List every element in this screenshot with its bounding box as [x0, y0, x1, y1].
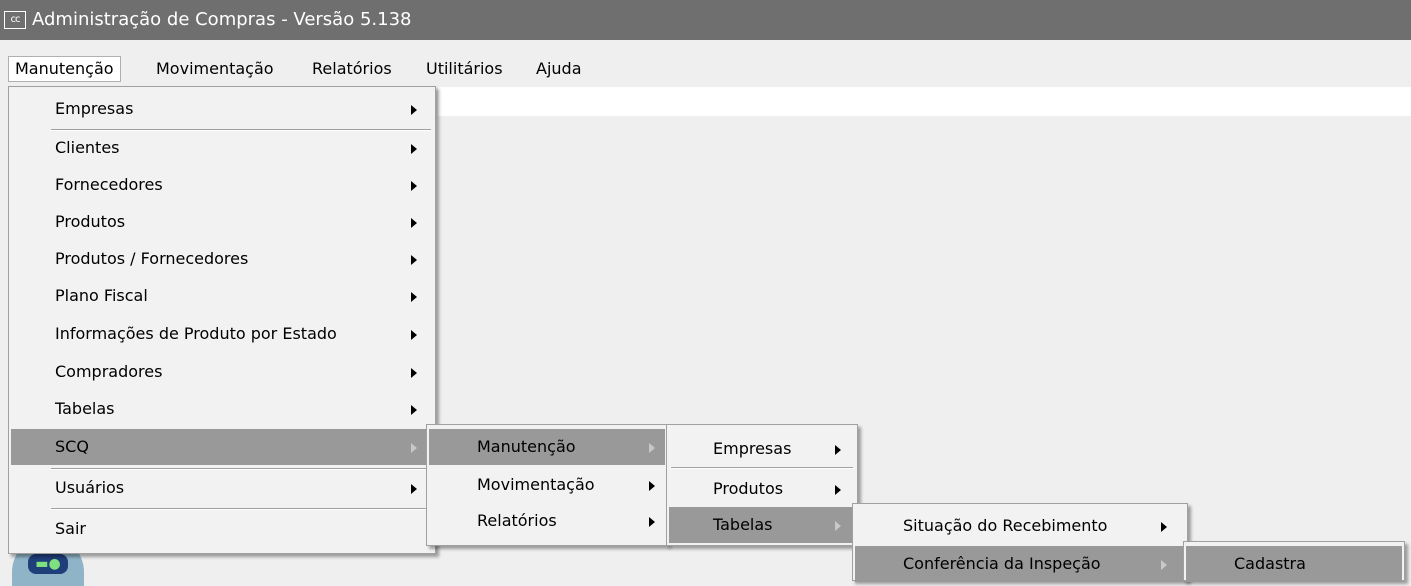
submenu-arrow-icon: [411, 105, 417, 115]
submenu-arrow-icon: [411, 368, 417, 378]
menu-item-scq-relatorios[interactable]: Relatórios: [429, 503, 665, 539]
menu-relatorios[interactable]: Relatórios: [306, 56, 398, 82]
menu-separator: [51, 508, 431, 510]
menu-item-label: Empresas: [713, 439, 792, 458]
menu-item-empresas[interactable]: Empresas: [669, 431, 855, 467]
submenu-arrow-icon: [835, 521, 841, 531]
menu-item-produtos-fornecedores[interactable]: Produtos / Fornecedores: [11, 241, 433, 277]
menu-item-clientes[interactable]: Clientes: [11, 130, 433, 166]
submenu-arrow-icon: [411, 181, 417, 191]
menu-item-fornecedores[interactable]: Fornecedores: [11, 167, 433, 203]
menu-item-label: Fornecedores: [55, 175, 163, 194]
submenu-arrow-icon: [411, 443, 417, 453]
menu-item-label: Manutenção: [477, 437, 576, 456]
submenu-arrow-icon: [1161, 560, 1167, 570]
menu-manutencao[interactable]: Manutenção: [8, 56, 121, 82]
submenu-arrow-icon: [411, 292, 417, 302]
menu-item-label: Compradores: [55, 362, 163, 381]
menu-bar: Manutenção Movimentação Relatórios Utili…: [0, 52, 1411, 84]
menu-item-label: Produtos: [55, 212, 126, 231]
submenu-arrow-icon: [411, 144, 417, 154]
app-icon: cc: [4, 11, 26, 29]
submenu-arrow-icon: [649, 443, 655, 453]
submenu-arrow-icon: [411, 484, 417, 494]
content-strip: [438, 87, 1411, 116]
menu-item-scq[interactable]: SCQ: [11, 429, 433, 465]
menu-item-plano-fiscal[interactable]: Plano Fiscal: [11, 278, 433, 314]
menu-item-label: Plano Fiscal: [55, 286, 148, 305]
menu-item-label: Situação do Recebimento: [903, 516, 1108, 535]
menu-item-label: Tabelas: [55, 399, 115, 418]
menu-item-label: Produtos / Fornecedores: [55, 249, 249, 268]
submenu-arrow-icon: [649, 481, 655, 491]
logo-badge-icon: ▬●: [28, 554, 68, 574]
menu-item-label: Tabelas: [713, 515, 773, 534]
window-title: Administração de Compras - Versão 5.138: [32, 9, 412, 30]
menu-item-label: Usuários: [55, 478, 125, 497]
submenu-arrow-icon: [1161, 522, 1167, 532]
submenu-tabelas: Situação do Recebimento Conferência da I…: [852, 503, 1188, 582]
title-bar: cc Administração de Compras - Versão 5.1…: [0, 0, 1411, 40]
submenu-scq: Manutenção Movimentação Relatórios: [426, 424, 668, 546]
menu-item-label: Empresas: [55, 99, 134, 118]
dropdown-manutencao: Empresas Clientes Fornecedores Produtos …: [8, 86, 436, 554]
menu-item-label: Informações de Produto por Estado: [55, 324, 337, 343]
menu-item-produtos[interactable]: Produtos: [669, 471, 855, 507]
menu-item-label: Movimentação: [477, 475, 595, 494]
menu-item-compradores[interactable]: Compradores: [11, 354, 433, 390]
submenu-arrow-icon: [411, 330, 417, 340]
menu-item-info-produto-estado[interactable]: Informações de Produto por Estado: [11, 316, 433, 352]
submenu-arrow-icon: [835, 445, 841, 455]
submenu-conferencia: Cadastra: [1183, 541, 1405, 582]
menu-item-produtos[interactable]: Produtos: [11, 204, 433, 240]
submenu-arrow-icon: [411, 255, 417, 265]
menu-item-tabelas[interactable]: Tabelas: [669, 507, 855, 543]
menu-item-label: Relatórios: [477, 511, 557, 530]
menu-item-label: Sair: [55, 519, 86, 538]
submenu-scq-manutencao: Empresas Produtos Tabelas: [666, 424, 858, 546]
menu-separator: [671, 467, 853, 469]
submenu-arrow-icon: [411, 218, 417, 228]
menu-item-tabelas[interactable]: Tabelas: [11, 391, 433, 427]
menu-utilitarios[interactable]: Utilitários: [420, 56, 509, 82]
menu-item-label: Clientes: [55, 138, 120, 157]
menu-item-usuarios[interactable]: Usuários: [11, 470, 433, 506]
submenu-arrow-icon: [411, 405, 417, 415]
menu-item-situacao-recebimento[interactable]: Situação do Recebimento: [855, 508, 1185, 544]
menu-item-scq-manutencao[interactable]: Manutenção: [429, 429, 665, 465]
menu-movimentacao[interactable]: Movimentação: [150, 56, 280, 82]
menu-item-empresas[interactable]: Empresas: [11, 91, 433, 127]
menu-item-label: Produtos: [713, 479, 784, 498]
menu-item-scq-movimentacao[interactable]: Movimentação: [429, 467, 665, 503]
submenu-arrow-icon: [649, 517, 655, 527]
menu-item-sair[interactable]: Sair: [11, 511, 433, 547]
menu-item-label: SCQ: [55, 437, 89, 456]
submenu-arrow-icon: [835, 485, 841, 495]
menu-ajuda[interactable]: Ajuda: [530, 56, 588, 82]
